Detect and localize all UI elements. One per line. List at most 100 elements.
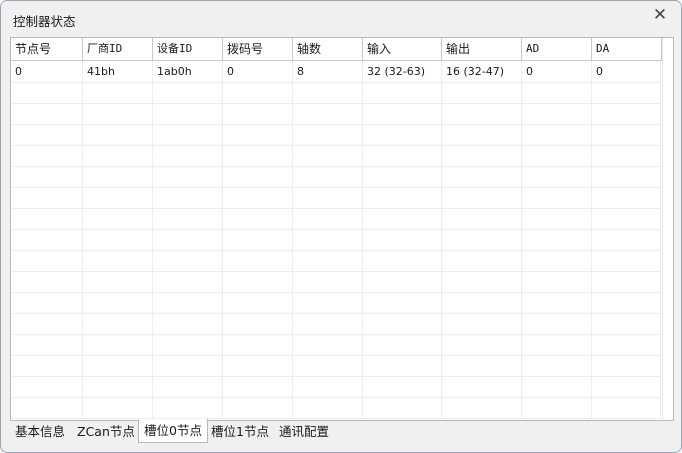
empty-cell	[83, 292, 153, 313]
table-row[interactable]: 0 41bh 1ab0h 0 8 32 (32-63) 16 (32-47) 0…	[11, 61, 661, 83]
tab-comm-config[interactable]: 通讯配置	[274, 420, 334, 443]
empty-cell	[11, 334, 83, 355]
empty-table-row	[11, 376, 661, 398]
empty-cell	[293, 376, 363, 397]
empty-cell	[442, 313, 522, 334]
empty-cell	[363, 292, 442, 313]
empty-cell	[83, 145, 153, 166]
empty-cell	[522, 376, 592, 397]
empty-cell	[592, 187, 661, 208]
empty-cell	[363, 103, 442, 124]
empty-table-row	[11, 292, 661, 314]
empty-cell	[442, 250, 522, 271]
empty-cell	[293, 292, 363, 313]
column-header-output[interactable]: 输出	[442, 38, 522, 60]
empty-cell	[223, 103, 293, 124]
cell-output: 16 (32-47)	[442, 61, 522, 82]
empty-cell	[83, 187, 153, 208]
empty-cell	[11, 103, 83, 124]
empty-cell	[592, 376, 661, 397]
empty-table-row	[11, 397, 661, 419]
empty-cell	[363, 187, 442, 208]
cell-device-id: 1ab0h	[153, 61, 223, 82]
empty-cell	[363, 82, 442, 103]
empty-cell	[153, 250, 223, 271]
empty-cell	[223, 292, 293, 313]
empty-cell	[522, 313, 592, 334]
column-header-ad[interactable]: AD	[522, 38, 592, 60]
empty-cell	[522, 187, 592, 208]
empty-table-row	[11, 82, 661, 104]
empty-table-row	[11, 313, 661, 335]
empty-cell	[153, 313, 223, 334]
empty-table-row	[11, 271, 661, 293]
empty-cell	[522, 292, 592, 313]
empty-cell	[293, 313, 363, 334]
empty-cell	[592, 208, 661, 229]
column-header-dip-number[interactable]: 拨码号	[223, 38, 293, 60]
cell-node-number: 0	[11, 61, 83, 82]
tab-basic-info[interactable]: 基本信息	[10, 420, 70, 443]
cell-ad: 0	[522, 61, 592, 82]
vertical-scrollbar[interactable]	[662, 38, 673, 420]
empty-cell	[293, 208, 363, 229]
table-body: 0 41bh 1ab0h 0 8 32 (32-63) 16 (32-47) 0…	[11, 61, 661, 420]
empty-cell	[11, 145, 83, 166]
cell-da: 0	[592, 61, 661, 82]
close-icon[interactable]: ✕	[649, 5, 671, 25]
empty-cell	[293, 271, 363, 292]
column-header-axis-count[interactable]: 轴数	[293, 38, 363, 60]
empty-cell	[83, 166, 153, 187]
empty-cell	[83, 103, 153, 124]
empty-cell	[592, 82, 661, 103]
empty-cell	[83, 124, 153, 145]
empty-table-row	[11, 145, 661, 167]
empty-cell	[293, 124, 363, 145]
status-table: 节点号 厂商ID 设备ID 拨码号 轴数 输入 输出 AD DA 0 41bh …	[10, 37, 674, 421]
empty-table-row	[11, 124, 661, 146]
empty-cell	[11, 208, 83, 229]
column-header-input[interactable]: 输入	[363, 38, 442, 60]
empty-cell	[83, 397, 153, 418]
empty-cell	[153, 103, 223, 124]
empty-cell	[442, 166, 522, 187]
empty-cell	[592, 145, 661, 166]
empty-cell	[83, 229, 153, 250]
empty-cell	[223, 397, 293, 418]
empty-cell	[293, 166, 363, 187]
empty-cell	[223, 187, 293, 208]
empty-cell	[442, 145, 522, 166]
empty-cell	[83, 334, 153, 355]
empty-table-row	[11, 187, 661, 209]
empty-cell	[592, 355, 661, 376]
empty-cell	[592, 124, 661, 145]
empty-cell	[442, 124, 522, 145]
empty-cell	[223, 145, 293, 166]
empty-cell	[223, 376, 293, 397]
empty-cell	[11, 82, 83, 103]
empty-cell	[522, 208, 592, 229]
empty-cell	[592, 334, 661, 355]
empty-cell	[153, 376, 223, 397]
empty-cell	[442, 187, 522, 208]
empty-cell	[442, 103, 522, 124]
column-header-node-number[interactable]: 节点号	[11, 38, 83, 60]
empty-cell	[363, 145, 442, 166]
column-header-device-id[interactable]: 设备ID	[153, 38, 223, 60]
empty-cell	[153, 271, 223, 292]
column-header-da[interactable]: DA	[592, 38, 662, 60]
empty-cell	[522, 355, 592, 376]
cell-input: 32 (32-63)	[363, 61, 442, 82]
tab-slot1-nodes[interactable]: 槽位1节点	[206, 420, 274, 443]
column-header-vendor-id[interactable]: 厂商ID	[83, 38, 153, 60]
empty-cell	[522, 334, 592, 355]
empty-cell	[592, 166, 661, 187]
empty-cell	[522, 250, 592, 271]
tab-zcan-nodes[interactable]: ZCan节点	[72, 420, 140, 443]
empty-cell	[223, 82, 293, 103]
empty-table-row	[11, 103, 661, 125]
empty-cell	[83, 376, 153, 397]
empty-cell	[363, 376, 442, 397]
empty-cell	[83, 313, 153, 334]
tab-slot0-nodes[interactable]: 槽位0节点	[138, 419, 208, 443]
